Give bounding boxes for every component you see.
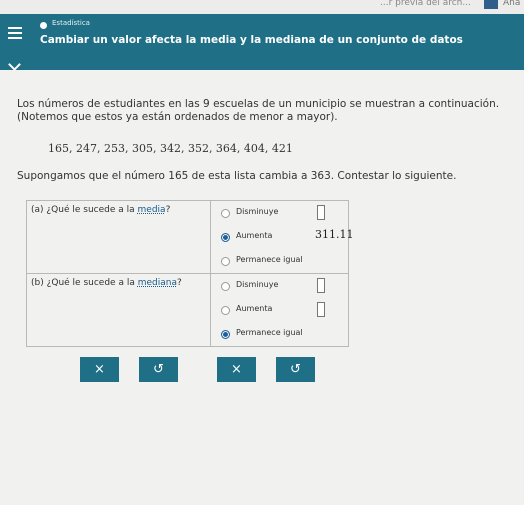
top-strip-text: ...r previa del arch... [380,0,471,8]
clear-button-a[interactable]: × [80,357,119,382]
option-label: Aumenta [236,231,273,240]
media-link[interactable]: media [138,205,166,215]
radio-a-disminuye[interactable] [221,209,230,218]
answer-a: Disminuye Aumenta 311.11 Permanece igual [210,200,354,274]
answer-box[interactable] [317,278,325,293]
option-label: Permanece igual [236,328,303,337]
answer-box[interactable] [317,205,325,220]
number-list: 165, 247, 253, 305, 342, 352, 364, 404, … [48,142,293,155]
mediana-link[interactable]: mediana [138,278,177,288]
suppose-text: Supongamos que el número 165 de esta lis… [17,170,457,182]
question-b: (b) ¿Qué le sucede a la mediana? [26,273,211,347]
menu-icon[interactable] [8,27,22,41]
option-label: Disminuye [236,207,279,216]
top-strip: ...r previa del arch... Ana [0,0,524,14]
radio-a-aumenta-selected[interactable] [221,233,230,242]
top-strip-box [484,0,498,9]
section-label: Estadística [52,19,90,27]
option-a-aumenta[interactable]: Aumenta 311.11 [211,225,354,249]
radio-a-permanece[interactable] [221,257,230,266]
intro-line-2: (Notemos que estos ya están ordenados de… [17,111,338,123]
page-title: Cambiar un valor afecta la media y la me… [40,34,463,46]
radio-b-disminuye[interactable] [221,282,230,291]
option-b-aumenta[interactable]: Aumenta [211,298,348,322]
intro-line-1: Los números de estudiantes en las 9 escu… [17,98,500,110]
undo-button-a[interactable]: ↺ [139,357,178,382]
section-dot-icon [40,22,47,29]
question-a-text: (a) ¿Qué le sucede a la [31,205,138,215]
answer-b: Disminuye Aumenta Permanece igual [210,273,349,347]
question-b-text: (b) ¿Qué le sucede a la [31,278,138,288]
option-b-permanece[interactable]: Permanece igual [211,322,348,346]
chevron-down-icon[interactable] [8,58,21,71]
question-a: (a) ¿Qué le sucede a la media? [26,200,211,274]
clear-button-b[interactable]: × [217,357,256,382]
option-label: Permanece igual [236,255,303,264]
questions-table: (a) ¿Qué le sucede a la media? Disminuye… [26,200,354,347]
header-bar: Estadística Cambiar un valor afecta la m… [0,14,524,71]
radio-b-aumenta[interactable] [221,306,230,315]
top-strip-corner: Ana [503,0,521,8]
option-b-disminuye[interactable]: Disminuye [211,274,348,298]
answer-box[interactable] [317,302,325,317]
question-a-suffix: ? [165,205,171,215]
option-a-disminuye[interactable]: Disminuye [211,201,348,225]
question-b-suffix: ? [176,278,182,288]
answer-value[interactable]: 311.11 [315,228,354,241]
option-label: Disminuye [236,280,279,289]
radio-b-permanece-selected[interactable] [221,330,230,339]
option-label: Aumenta [236,304,273,313]
undo-button-b[interactable]: ↺ [276,357,315,382]
option-a-permanece[interactable]: Permanece igual [211,249,348,273]
